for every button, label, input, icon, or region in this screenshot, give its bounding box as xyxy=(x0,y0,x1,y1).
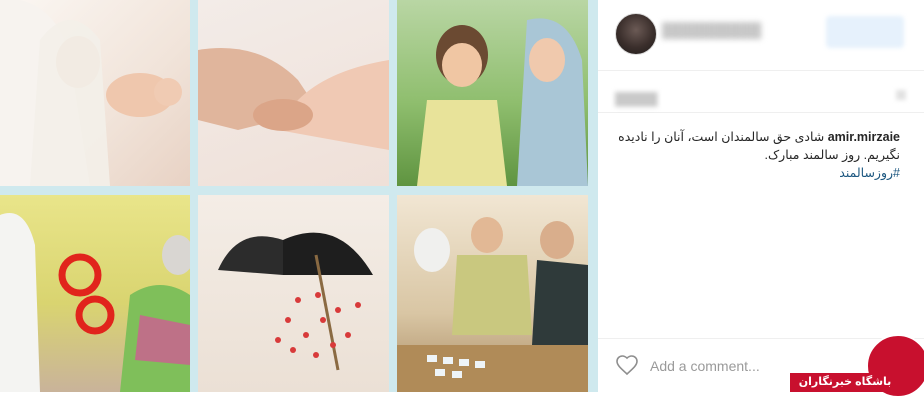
caption-username[interactable]: amir.mirzaie xyxy=(828,130,900,144)
post-header: ██████████ xyxy=(598,0,924,71)
avatar[interactable] xyxy=(615,13,657,55)
post-caption: amir.mirzaie شادی حق سالمندان است، آنان … xyxy=(612,128,900,182)
photo-mother-with-baby xyxy=(0,0,190,186)
more-options-icon[interactable] xyxy=(896,90,906,100)
caption-line-2: نگیریم. روز سالمند مبارک. xyxy=(764,148,900,162)
post-image-collage[interactable] xyxy=(0,0,598,392)
post-details-panel: ██████████ █████ amir.mirzaie شادی حق سا… xyxy=(598,0,924,392)
heart-icon[interactable] xyxy=(615,353,639,377)
photo-mother-and-child-writing xyxy=(397,0,588,186)
caption-hashtag[interactable]: #روزسالمند xyxy=(612,164,900,182)
watermark-label: باشگاه خبرنگاران xyxy=(790,373,900,392)
photo-nurse-with-elderly xyxy=(0,195,190,392)
blurred-follow-button[interactable] xyxy=(826,16,904,48)
caption-line-1: شادی حق سالمندان است، آنان را نادیده xyxy=(618,130,825,144)
blurred-likes-count: █████ xyxy=(615,92,658,106)
blurred-likes-row: █████ xyxy=(598,78,924,113)
blurred-username: ██████████ xyxy=(662,22,762,38)
photo-umbrella-hearts xyxy=(198,195,389,392)
photo-elderly-playing-cards xyxy=(397,195,588,392)
photo-holding-hands xyxy=(198,0,389,186)
